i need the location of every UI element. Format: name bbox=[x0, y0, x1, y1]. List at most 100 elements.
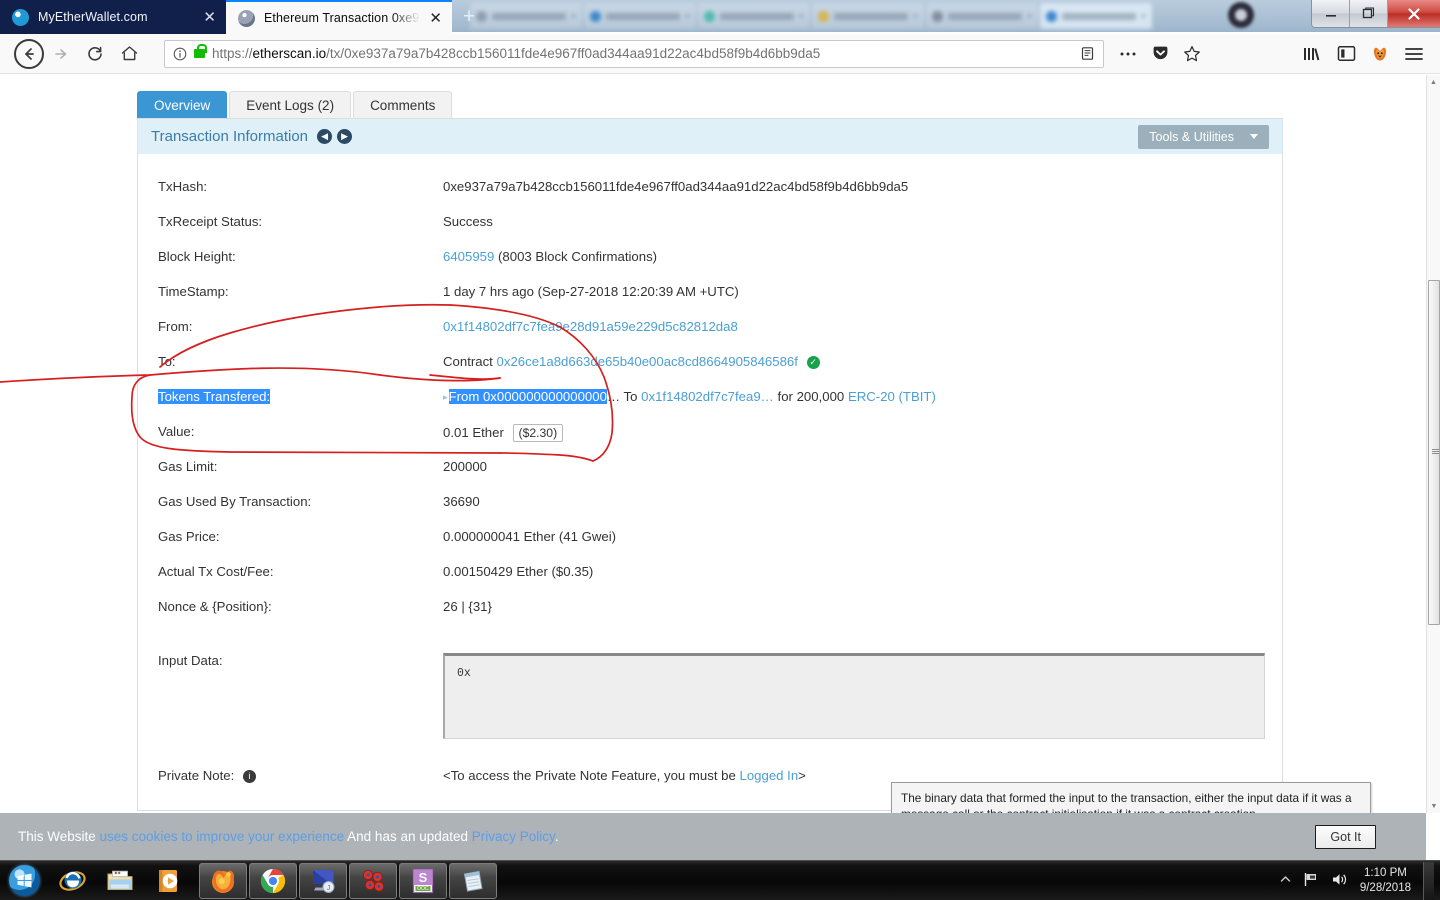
input-data-label: Input Data: bbox=[158, 653, 223, 668]
browser-tab-myetherwallet[interactable]: MyEtherWallet.com ✕ bbox=[0, 0, 226, 34]
chrome-icon[interactable] bbox=[249, 862, 297, 899]
value-ether: 0.01 Ether bbox=[443, 425, 504, 440]
cookie-pre: This Website bbox=[18, 829, 100, 844]
fox-icon[interactable] bbox=[1364, 38, 1396, 70]
close-icon[interactable]: ✕ bbox=[429, 11, 442, 26]
browser-tab-etherscan[interactable]: Ethereum Transaction 0xe937a7 ✕ bbox=[226, 0, 452, 34]
windows-taskbar: J S DOC 1:10 PM 9/28/2018 bbox=[0, 860, 1440, 900]
firefox-icon[interactable] bbox=[199, 862, 247, 899]
close-window-button[interactable] bbox=[1388, 0, 1440, 27]
start-button[interactable] bbox=[0, 862, 48, 900]
clock-date: 9/28/2018 bbox=[1359, 881, 1411, 894]
browser-titlebar: MyEtherWallet.com ✕ Ethereum Transaction… bbox=[0, 0, 1440, 34]
page-scrollbar[interactable]: ▲ ▼ bbox=[1426, 75, 1440, 813]
show-hidden-icons-arrow[interactable] bbox=[1280, 875, 1291, 887]
screen: × × × × × × MyEtherWallet.com ✕ Ethereum… bbox=[0, 0, 1440, 900]
row-to: To: Contract 0x26ce1a8d663de65b40e00ac8c… bbox=[138, 351, 1282, 386]
notepad-icon[interactable] bbox=[449, 862, 497, 899]
token-to-address-link[interactable]: 0x1f14802df7c7fea9… bbox=[641, 389, 774, 404]
row-gas-price: Gas Price: 0.000000041 Ether (41 Gwei) bbox=[138, 526, 1282, 561]
file-explorer-icon[interactable] bbox=[96, 862, 144, 900]
soda-pdf-icon[interactable]: S DOC bbox=[399, 862, 447, 899]
expand-triangle-icon[interactable]: ▸ bbox=[443, 392, 448, 402]
minimize-button[interactable] bbox=[1312, 0, 1350, 27]
remote-desktop-icon[interactable]: J bbox=[299, 862, 347, 899]
cookie-banner: This Website uses cookies to improve you… bbox=[0, 813, 1426, 860]
token-symbol-link[interactable]: ERC-20 (TBIT) bbox=[848, 389, 936, 404]
token-for-word: for bbox=[777, 389, 793, 404]
network-flag-icon[interactable] bbox=[1303, 872, 1319, 890]
input-data-tooltip: The binary data that formed the input to… bbox=[891, 782, 1371, 813]
row-nonce: Nonce & {Position}: 26 | {31} bbox=[138, 596, 1282, 631]
transaction-details: TxHash: 0xe937a79a7b428ccb156011fde4e967… bbox=[137, 154, 1283, 811]
status-badge: Success bbox=[443, 214, 493, 229]
bookmark-star-icon[interactable] bbox=[1176, 38, 1208, 70]
page-actions-icon[interactable] bbox=[1112, 38, 1144, 70]
page-info-icon[interactable] bbox=[173, 47, 187, 61]
maximize-button[interactable] bbox=[1350, 0, 1388, 27]
previous-tx-icon[interactable]: ◀ bbox=[317, 129, 333, 144]
address-bar[interactable]: https://etherscan.io/tx/0xe937a79a7b428c… bbox=[164, 39, 1104, 68]
browser-navigation-bar: https://etherscan.io/tx/0xe937a79a7b428c… bbox=[0, 34, 1440, 74]
mew-icon bbox=[12, 8, 29, 26]
gas-limit-value: 200000 bbox=[443, 459, 488, 474]
row-receipt-status: TxReceipt Status: Success bbox=[138, 211, 1282, 246]
cookie-post: . bbox=[554, 829, 559, 844]
internet-explorer-icon[interactable] bbox=[48, 862, 96, 900]
tools-utilities-button[interactable]: Tools & Utilities bbox=[1138, 124, 1269, 149]
lock-icon bbox=[194, 44, 207, 58]
window-controls bbox=[1311, 0, 1440, 28]
reader-view-icon[interactable] bbox=[1080, 46, 1095, 61]
tab-comments[interactable]: Comments bbox=[353, 91, 453, 118]
taskbar-clock[interactable]: 1:10 PM 9/28/2018 bbox=[1360, 866, 1411, 896]
to-address-link[interactable]: 0x26ce1a8d663de65b40e00ac8cd866490584658… bbox=[497, 354, 798, 369]
system-tray: 1:10 PM 9/28/2018 bbox=[1280, 861, 1440, 900]
new-tab-button[interactable]: + bbox=[452, 0, 486, 34]
gas-limit-label: Gas Limit: bbox=[158, 459, 218, 474]
panel-header: Transaction Information ◀ ▶ Tools & Util… bbox=[137, 119, 1283, 154]
volume-icon[interactable] bbox=[1331, 872, 1348, 890]
page-content: Overview Event Logs (2) Comments Transac… bbox=[0, 75, 1426, 813]
to-label: To: bbox=[158, 354, 176, 369]
reload-button[interactable] bbox=[78, 37, 112, 71]
library-icon[interactable] bbox=[1296, 38, 1328, 70]
media-player-icon[interactable] bbox=[144, 862, 192, 900]
scroll-down-icon[interactable]: ▼ bbox=[1427, 799, 1440, 813]
nonce-label: Nonce & {Position}: bbox=[158, 599, 272, 614]
pocket-icon[interactable] bbox=[1144, 38, 1176, 70]
gas-price-value: 0.000000041 Ether (41 Gwei) bbox=[443, 529, 617, 544]
etherscan-icon bbox=[238, 9, 255, 27]
from-address-link[interactable]: 0x1f14802df7c7fea9e28d91a59e229d5c82812d… bbox=[443, 319, 738, 334]
hamburger-menu-icon[interactable] bbox=[1398, 38, 1430, 70]
home-button[interactable] bbox=[112, 37, 146, 71]
close-icon[interactable]: ✕ bbox=[203, 10, 216, 25]
input-data-textarea[interactable]: 0x bbox=[443, 653, 1265, 739]
row-block-height: Block Height: 6405959 (8003 Block Confir… bbox=[138, 246, 1282, 281]
privacy-policy-link[interactable]: Privacy Policy bbox=[472, 829, 555, 844]
cookie-mid: And has an updated bbox=[344, 829, 472, 844]
panel-title: Transaction Information bbox=[151, 128, 309, 145]
logged-in-link[interactable]: Logged In bbox=[740, 768, 799, 783]
back-button[interactable] bbox=[14, 38, 44, 69]
tx-cost-label: Actual Tx Cost/Fee: bbox=[158, 564, 274, 579]
tx-cost-value: 0.00150429 Ether ($0.35) bbox=[443, 564, 594, 579]
cookie-link[interactable]: uses cookies to improve your experience bbox=[100, 829, 345, 844]
url-scheme: https:// bbox=[212, 46, 253, 61]
scroll-up-icon[interactable]: ▲ bbox=[1427, 75, 1440, 89]
to-value: Contract 0x26ce1a8d663de65b40e00ac8cd866… bbox=[443, 351, 1282, 369]
next-tx-icon[interactable]: ▶ bbox=[337, 129, 353, 144]
forward-button[interactable] bbox=[44, 37, 78, 71]
tab-event-logs[interactable]: Event Logs (2) bbox=[229, 91, 352, 118]
tab-overview[interactable]: Overview bbox=[137, 91, 228, 118]
sidebar-icon[interactable] bbox=[1330, 38, 1362, 70]
antivirus-icon[interactable] bbox=[349, 862, 397, 899]
scrollbar-thumb[interactable] bbox=[1428, 280, 1440, 625]
block-number-link[interactable]: 6405959 bbox=[443, 249, 494, 264]
private-note-post: > bbox=[798, 768, 806, 783]
row-tokens-transfered: Tokens Transfered: ▸From 0x0000000000000… bbox=[138, 386, 1282, 421]
block-height-value: 6405959 (8003 Block Confirmations) bbox=[443, 246, 1282, 264]
txhash-label: TxHash: bbox=[158, 179, 208, 194]
info-icon[interactable]: i bbox=[242, 770, 256, 783]
got-it-button[interactable]: Got It bbox=[1315, 824, 1376, 849]
show-desktop-button[interactable] bbox=[1423, 861, 1434, 900]
